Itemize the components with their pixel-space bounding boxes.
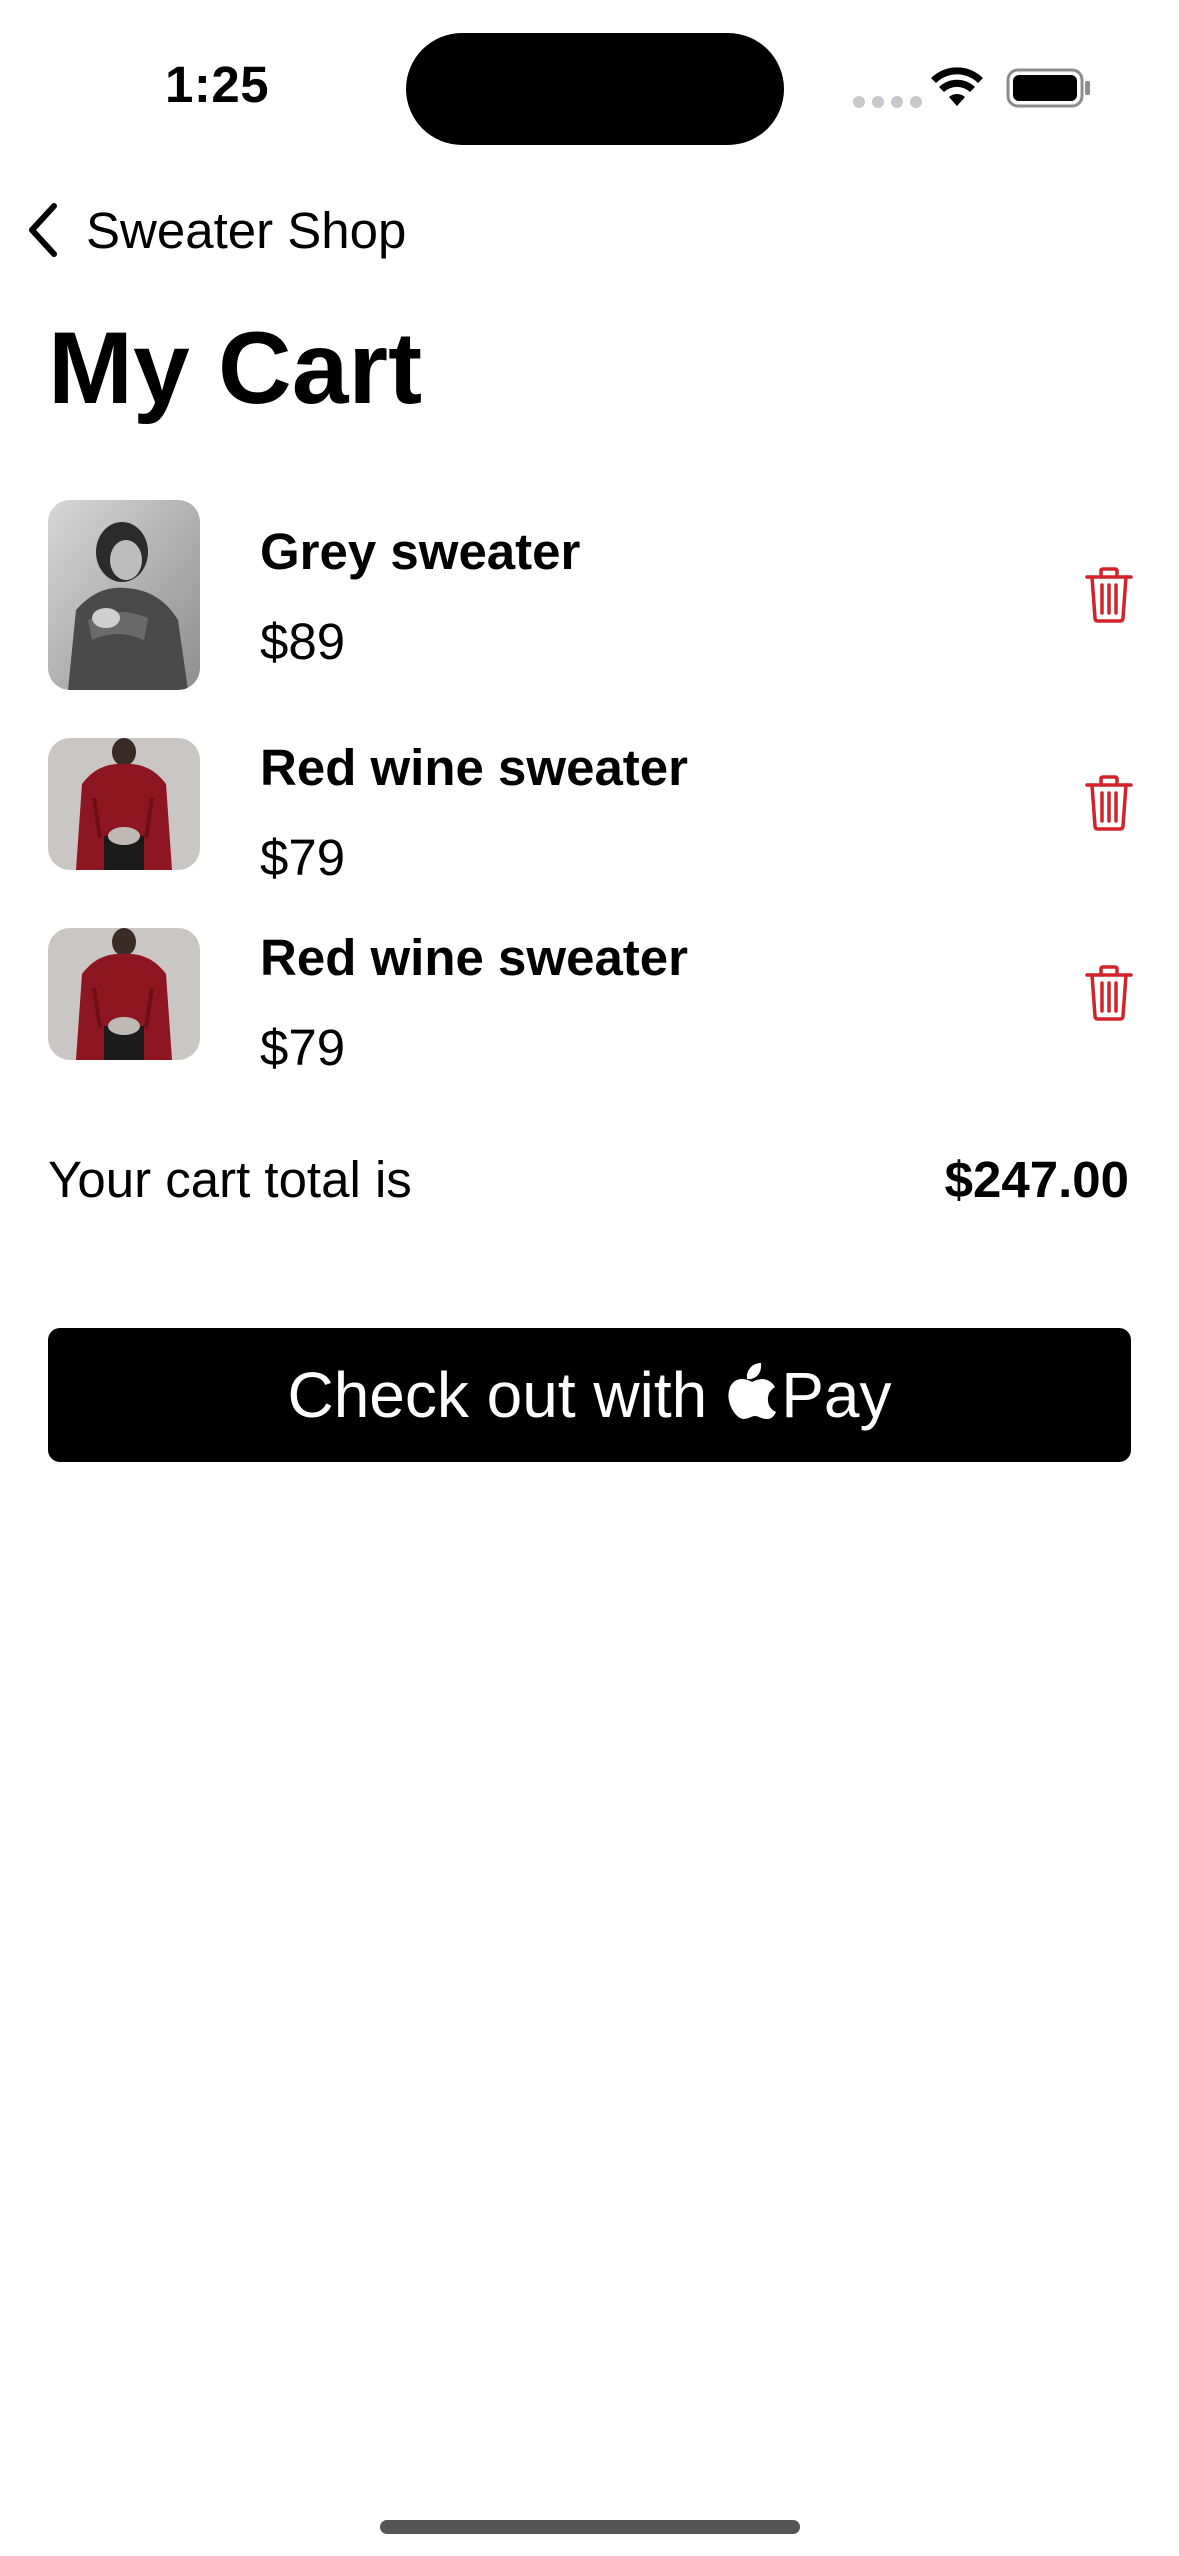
page-title: My Cart (48, 311, 423, 425)
checkout-label: Check out with (287, 1359, 708, 1431)
pay-label: Pay (781, 1359, 892, 1431)
apple-logo-icon (728, 1363, 777, 1419)
signal-dots-icon (853, 96, 922, 108)
item-price: $79 (260, 1019, 346, 1076)
trash-icon[interactable] (1084, 566, 1134, 624)
back-button-label: Sweater Shop (86, 201, 407, 259)
item-price: $79 (260, 829, 346, 886)
wifi-icon (931, 67, 983, 106)
cart-item: Grey sweater $89 (48, 500, 1138, 690)
item-name: Grey sweater (260, 523, 581, 580)
product-image-red-wine-sweater (48, 738, 200, 870)
status-time: 1:25 (165, 56, 270, 113)
back-button[interactable]: Sweater Shop (22, 196, 406, 264)
cart-item: Red wine sweater $79 (48, 738, 1138, 886)
chevron-left-icon (29, 203, 57, 257)
item-price: $89 (260, 613, 346, 670)
battery-icon (1006, 68, 1090, 108)
cart-item: Red wine sweater $79 (48, 928, 1138, 1076)
home-indicator[interactable] (380, 2520, 800, 2534)
apple-pay-checkout-button[interactable]: Check out with Pay (48, 1328, 1131, 1462)
product-image-grey-sweater (48, 500, 200, 690)
trash-icon[interactable] (1084, 964, 1134, 1022)
trash-icon[interactable] (1084, 774, 1134, 832)
product-image-red-wine-sweater (48, 928, 200, 1060)
cart-total-value: $247.00 (944, 1151, 1129, 1208)
item-name: Red wine sweater (260, 929, 688, 986)
cart-total-label: Your cart total is (48, 1151, 412, 1208)
dynamic-island (406, 33, 784, 145)
item-name: Red wine sweater (260, 739, 688, 796)
